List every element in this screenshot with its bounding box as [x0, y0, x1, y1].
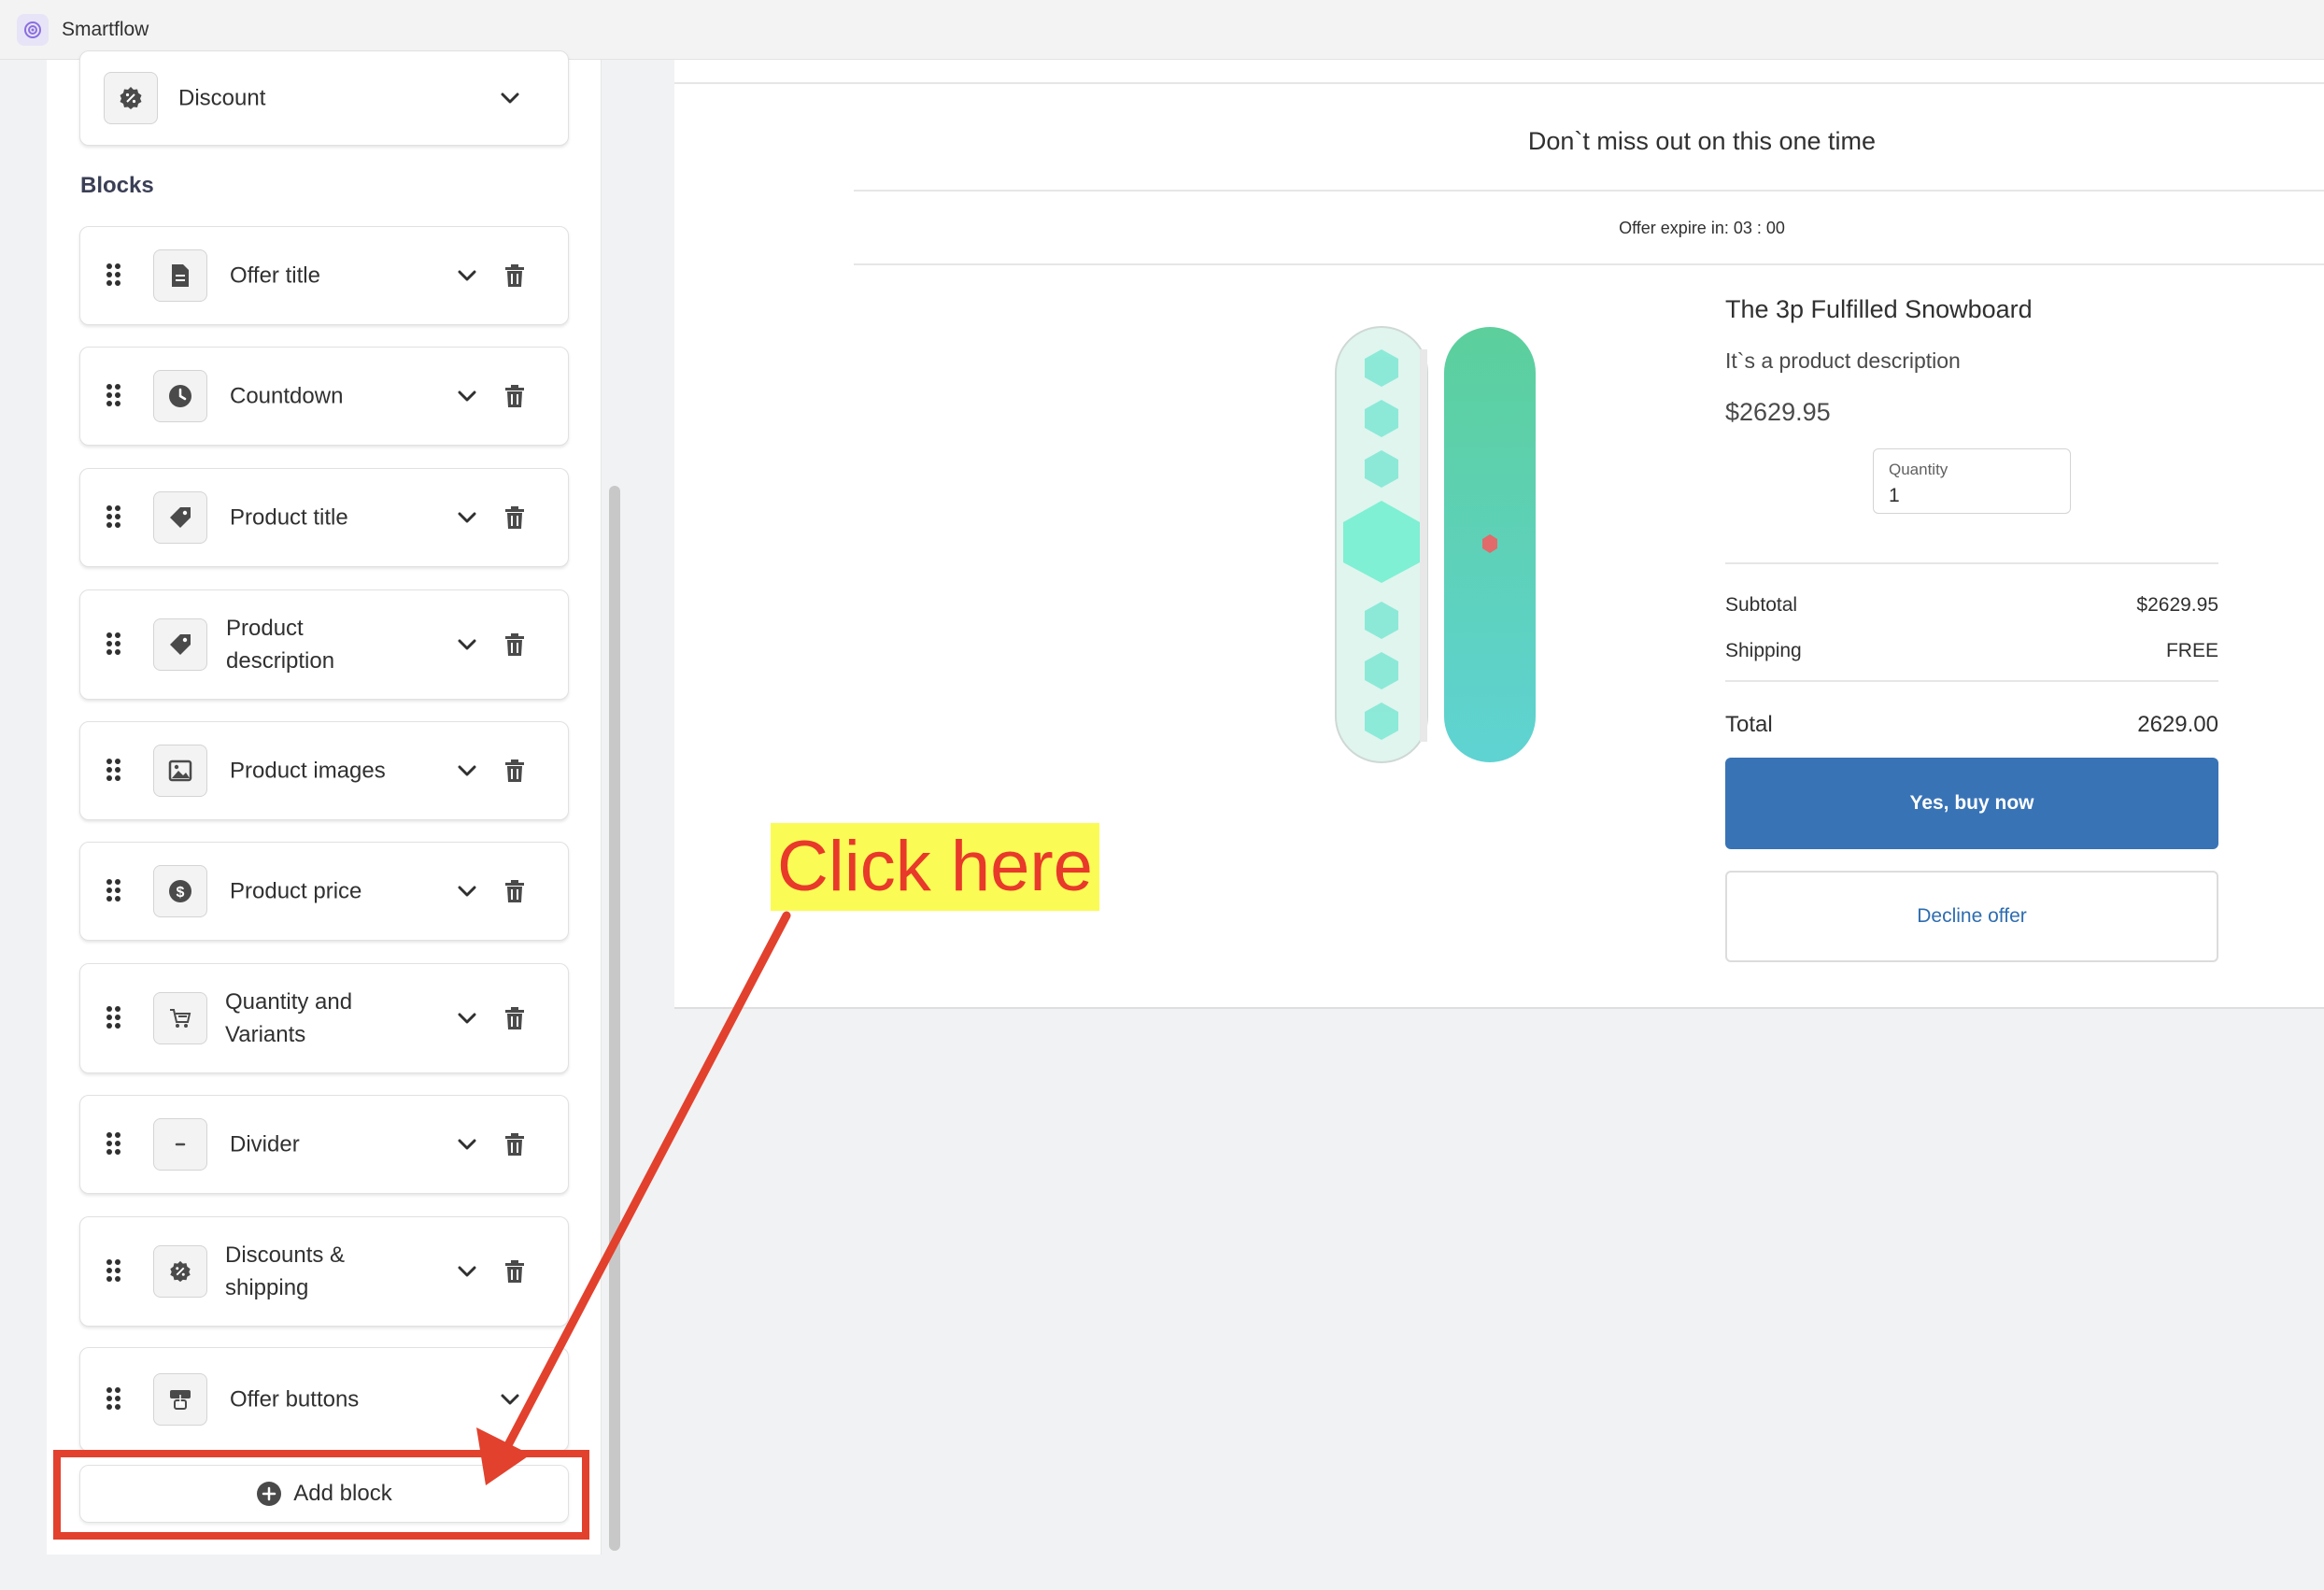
- blocks-sidebar: Discount Blocks Offer title Countdown Pr…: [47, 50, 602, 1555]
- trash-icon[interactable]: [503, 632, 526, 657]
- trash-icon[interactable]: [503, 1132, 526, 1157]
- drag-handle-icon[interactable]: [106, 1259, 121, 1284]
- block-label: Offer title: [230, 263, 320, 289]
- block-product-description[interactable]: Product description: [79, 589, 569, 700]
- product-description: It`s a product description: [1725, 348, 1961, 373]
- block-label: Product price: [230, 878, 362, 904]
- chevron-down-icon[interactable]: [454, 504, 480, 531]
- annotation-highlight-box: [53, 1450, 589, 1540]
- block-label: Countdown: [230, 383, 344, 409]
- subtotal-label: Subtotal: [1725, 594, 1798, 616]
- block-product-images[interactable]: Product images: [79, 721, 569, 820]
- trash-icon[interactable]: [503, 384, 526, 408]
- quantity-label: Quantity: [1889, 461, 1948, 478]
- shipping-label: Shipping: [1725, 640, 1802, 661]
- offer-title: Don`t miss out on this one time: [1527, 127, 1877, 155]
- block-label: Product title: [230, 504, 348, 531]
- app-logo-icon: [17, 13, 49, 46]
- discount-icon: [104, 72, 158, 124]
- document-icon: [153, 249, 207, 302]
- drag-handle-icon[interactable]: [106, 1387, 121, 1412]
- image-icon: [153, 745, 207, 797]
- svg-text:$: $: [177, 885, 185, 901]
- chevron-down-icon[interactable]: [454, 383, 480, 409]
- block-label: Offer buttons: [230, 1386, 360, 1413]
- drag-handle-icon[interactable]: [106, 632, 121, 657]
- decline-offer-button[interactable]: Decline offer: [1725, 871, 2218, 962]
- chevron-down-icon[interactable]: [497, 85, 523, 111]
- chevron-down-icon[interactable]: [497, 1386, 523, 1413]
- block-offer-buttons[interactable]: Offer buttons: [79, 1347, 569, 1452]
- product-image: [1335, 326, 1536, 763]
- drag-handle-icon[interactable]: [106, 263, 121, 288]
- trash-icon[interactable]: [503, 263, 526, 288]
- discount-icon: [153, 1245, 207, 1298]
- drag-handle-icon[interactable]: [106, 879, 121, 903]
- block-label: Discounts & shipping: [225, 1242, 346, 1300]
- block-quantity-and-variants[interactable]: Quantity and Variants: [79, 963, 569, 1073]
- subtotal-row: Subtotal $2629.95: [1725, 594, 2218, 617]
- divider: [854, 263, 2324, 265]
- chevron-down-icon[interactable]: [454, 263, 480, 289]
- trash-icon[interactable]: [503, 759, 526, 783]
- chevron-down-icon[interactable]: [454, 758, 480, 784]
- quantity-field[interactable]: Quantity 1: [1873, 448, 2071, 514]
- chevron-down-icon[interactable]: [454, 1131, 480, 1157]
- countdown-text: Offer expire in: 03 : 00: [1619, 219, 1785, 237]
- chevron-down-icon[interactable]: [454, 878, 480, 904]
- tag-icon: [153, 618, 207, 671]
- block-discounts-and-shipping[interactable]: Discounts & shipping: [79, 1216, 569, 1327]
- block-offer-title[interactable]: Offer title: [79, 226, 569, 325]
- divider: [1725, 680, 2218, 682]
- shipping-value: FREE: [2165, 640, 2218, 661]
- discount-section[interactable]: Discount: [79, 50, 569, 146]
- product-title: The 3p Fulfilled Snowboard: [1725, 295, 2033, 323]
- clock-icon: [153, 370, 207, 422]
- chevron-down-icon[interactable]: [454, 1005, 480, 1031]
- sidebar-scrollbar[interactable]: [609, 486, 620, 1551]
- block-countdown[interactable]: Countdown: [79, 347, 569, 446]
- buttons-icon: [153, 1373, 207, 1426]
- click-here-callout: Click here: [771, 823, 1099, 911]
- trash-icon[interactable]: [503, 879, 526, 903]
- trash-icon[interactable]: [503, 1006, 526, 1030]
- divider: [1725, 562, 2218, 564]
- tag-icon: [153, 491, 207, 544]
- cart-icon: [153, 992, 207, 1044]
- block-divider[interactable]: Divider: [79, 1095, 569, 1194]
- subtotal-value: $2629.95: [2136, 594, 2218, 616]
- quantity-value: 1: [1889, 485, 1900, 506]
- app-title: Smartflow: [62, 18, 149, 40]
- drag-handle-icon[interactable]: [106, 759, 121, 783]
- total-value: 2629.00: [2137, 712, 2218, 737]
- drag-handle-icon[interactable]: [106, 1132, 121, 1157]
- drag-handle-icon[interactable]: [106, 505, 121, 530]
- dollar-icon: $: [153, 865, 207, 917]
- drag-handle-icon[interactable]: [106, 1006, 121, 1030]
- block-label: Divider: [230, 1131, 300, 1157]
- chevron-down-icon[interactable]: [454, 1258, 480, 1285]
- block-label: Product description: [226, 616, 335, 674]
- buy-now-button[interactable]: Yes, buy now: [1725, 758, 2218, 849]
- trash-icon[interactable]: [503, 1259, 526, 1284]
- product-price: $2629.95: [1725, 398, 1831, 426]
- divider: [854, 190, 2324, 192]
- trash-icon[interactable]: [503, 505, 526, 530]
- block-product-price[interactable]: $ Product price: [79, 842, 569, 941]
- shipping-row: Shipping FREE: [1725, 640, 2218, 662]
- total-row: Total 2629.00: [1725, 712, 2218, 738]
- total-label: Total: [1725, 712, 1773, 737]
- blocks-heading: Blocks: [80, 173, 154, 198]
- block-product-title[interactable]: Product title: [79, 468, 569, 567]
- drag-handle-icon[interactable]: [106, 384, 121, 408]
- block-label: Quantity and Variants: [225, 989, 353, 1047]
- discount-label: Discount: [178, 85, 266, 111]
- divider: [674, 82, 2324, 84]
- block-label: Product images: [230, 758, 386, 784]
- chevron-down-icon[interactable]: [454, 632, 480, 658]
- minus-icon: [153, 1118, 207, 1171]
